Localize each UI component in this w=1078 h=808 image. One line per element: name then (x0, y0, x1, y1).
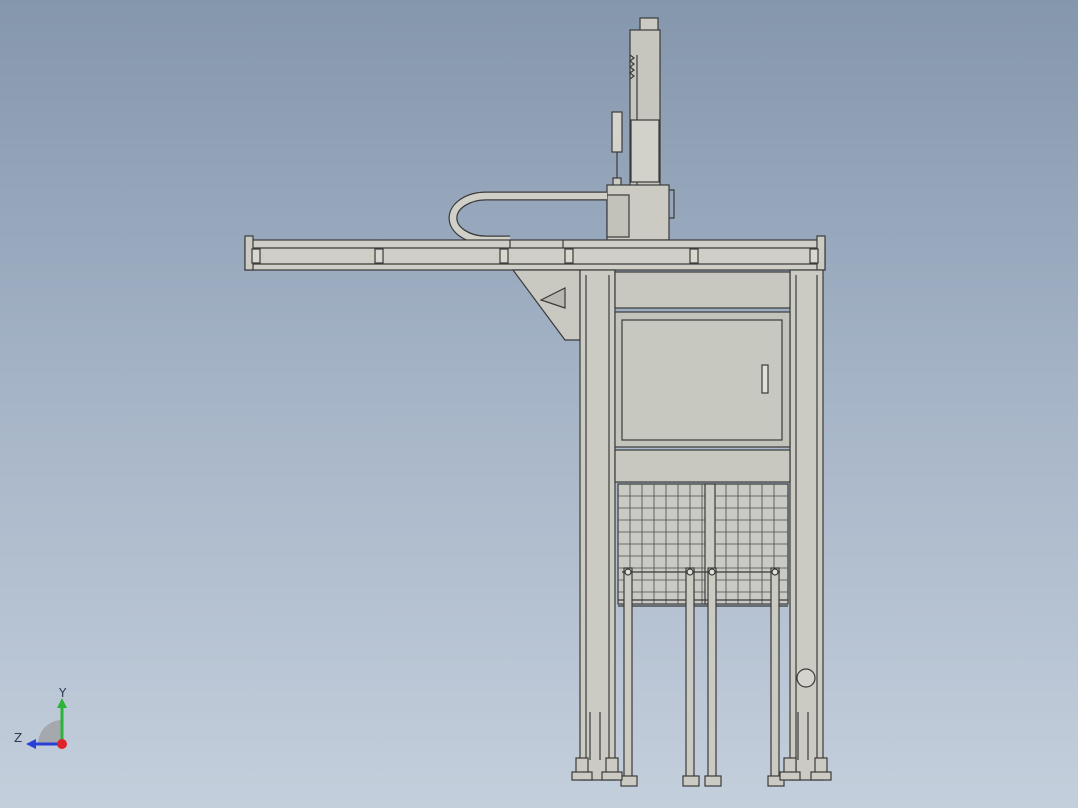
triad-y-label: Y (59, 686, 67, 700)
beam-bracket (511, 269, 581, 341)
z-axis-column (629, 17, 661, 189)
signal-tower (611, 111, 623, 187)
graphics-viewport[interactable]: Y Z (0, 0, 1078, 808)
orientation-triad[interactable]: Y Z (8, 684, 80, 756)
electrical-cabinet (614, 311, 791, 448)
triad-axes (26, 698, 67, 749)
carriage-block (606, 184, 675, 241)
triad-z-label: Z (14, 731, 23, 745)
mesh-guard (617, 483, 789, 607)
horizontal-beam (244, 235, 826, 271)
cable-chain (448, 191, 607, 245)
gantry-machine-model[interactable] (0, 0, 1078, 808)
